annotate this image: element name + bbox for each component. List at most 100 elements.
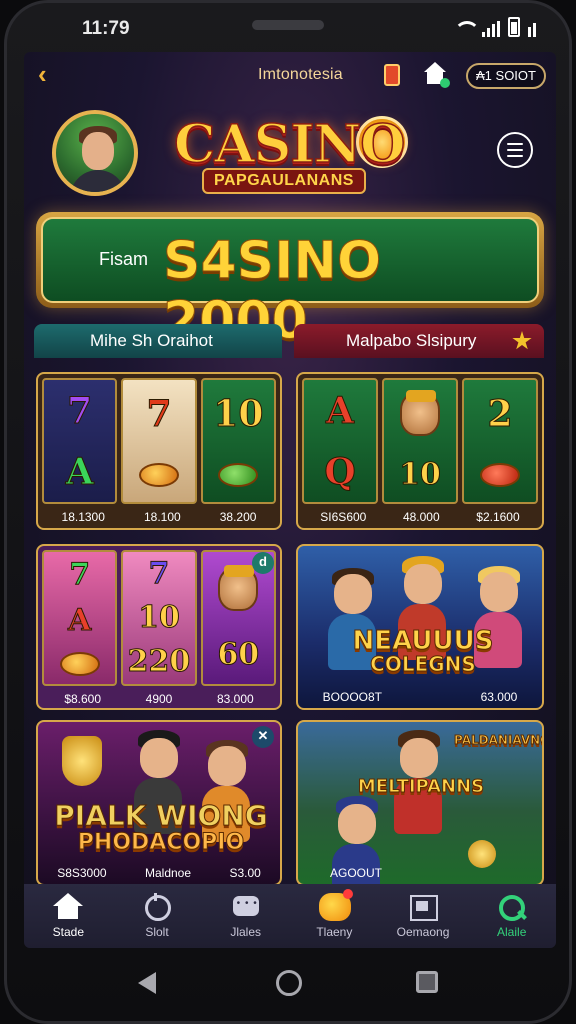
- section-tab-right-label: Malpabo Slsipury: [346, 331, 477, 350]
- nav-item-games[interactable]: Oemaong: [379, 884, 468, 948]
- jackpot-value: 4900: [145, 692, 173, 706]
- game-card[interactable]: A Q 10 2 SI6S600 48.000 $2.1600: [296, 372, 544, 530]
- reel-symbol: A: [326, 389, 355, 432]
- back-button[interactable]: ‹: [38, 61, 47, 87]
- game-footer: S8S3000 Maldnoe S3.00: [38, 866, 280, 880]
- nav-item-home[interactable]: Stade: [24, 884, 113, 948]
- signal-secondary-icon: [528, 21, 536, 37]
- signal-icon: [482, 21, 500, 37]
- jackpot-values: SI6S600 48.000 $2.1600: [302, 504, 538, 524]
- games-icon: [408, 893, 439, 921]
- slot-reels: 7 A 7 10 220 60: [42, 550, 276, 686]
- game-footer: AGOOUT: [298, 866, 542, 880]
- reel-symbol: A: [65, 450, 94, 493]
- game-subtitle: COLEGNS: [370, 652, 477, 676]
- reel-symbol: 2: [487, 392, 513, 435]
- nav-label: Jlales: [230, 925, 262, 939]
- jackpot-value: 83.000: [216, 692, 254, 706]
- system-nav-bar: [0, 952, 576, 1012]
- game-card[interactable]: 7 A 7 10 18.1300 18.100 38.200: [36, 372, 282, 530]
- game-card[interactable]: PIALK WIONG PHODACOPIO S8S3000 Maldnoe S…: [36, 720, 282, 886]
- status-time: 11:79: [82, 18, 130, 39]
- jackpot-value: SI6S600: [320, 510, 367, 524]
- star-icon: [512, 331, 532, 350]
- fruit-icon: [59, 652, 100, 676]
- nav-label: Alaile: [497, 925, 527, 939]
- nav-item-menu[interactable]: Tlaeny: [290, 884, 379, 948]
- game-footer-value: 63.000: [480, 690, 518, 704]
- logo-subtitle: PAPGAULANANS: [202, 168, 366, 194]
- home-icon: [53, 893, 84, 921]
- fruit-icon: [218, 462, 259, 487]
- section-tab-right[interactable]: Malpabo Slsipury: [294, 324, 544, 358]
- banner-label: Fisam: [99, 249, 148, 269]
- status-bar: 11:79: [0, 0, 576, 52]
- game-footer-value: Maldnoe: [145, 866, 192, 880]
- game-subtitle: PHODACOPIO: [77, 830, 245, 855]
- jackpot-values: $8.600 4900 83.000: [42, 686, 276, 706]
- tables-icon: [231, 893, 261, 921]
- nav-label: Tlaeny: [316, 925, 353, 939]
- fruit-icon: [480, 462, 520, 487]
- bottom-nav: Stade Slolt Jlales Tlaeny Oemaong Alaile: [24, 884, 556, 948]
- logo-title: CASINO: [173, 113, 406, 176]
- shop-icon[interactable]: [422, 62, 450, 88]
- jackpot-value: $2.1600: [476, 510, 520, 524]
- app-screen: ‹ Imtonotesia ₳1 SOIOT CASINO PAPGAULANA…: [24, 52, 556, 948]
- search-icon: [497, 893, 527, 921]
- nav-label: Slolt: [145, 925, 169, 939]
- game-footer: BOOOO8T 63.000: [298, 690, 542, 704]
- nav-item-search[interactable]: Alaile: [467, 884, 556, 948]
- game-card[interactable]: 7 A 7 10 220 60 $8.600 4900 83.000 d: [36, 544, 282, 710]
- reel-symbol: 7: [148, 556, 170, 591]
- nav-item-slot[interactable]: Slolt: [113, 884, 202, 948]
- game-subtitle: PALDANIAVNG: [454, 733, 544, 747]
- system-home-icon[interactable]: [276, 970, 302, 996]
- jackpot-banner[interactable]: Fisam S4SINO 2000: [36, 212, 544, 352]
- game-footer-value: S3.00: [229, 866, 261, 880]
- character-face-icon: [218, 564, 259, 611]
- balance-badge[interactable]: ₳1 SOIOT: [466, 63, 546, 89]
- close-icon[interactable]: ✕: [252, 726, 274, 748]
- game-card[interactable]: MELTIPANNS PALDANIAVNG AGOOUT: [296, 720, 544, 886]
- speaker-grille: [252, 20, 324, 30]
- game-footer-value: AGOOUT: [329, 866, 382, 880]
- section-tab-left[interactable]: Mihe Sh Oraihot: [34, 324, 282, 358]
- fruit-icon: [138, 462, 179, 487]
- system-back-icon[interactable]: [138, 972, 156, 994]
- battery-icon: [508, 17, 520, 37]
- ball-icon: [468, 840, 496, 868]
- jackpot-value: 18.100: [143, 510, 181, 524]
- system-recents-icon[interactable]: [416, 971, 438, 993]
- nav-label: Stade: [52, 925, 85, 939]
- reel-symbol: 220: [127, 644, 191, 679]
- reel-symbol: 10: [399, 457, 442, 492]
- reel-symbol: 10: [213, 392, 264, 435]
- avatar[interactable]: [52, 110, 138, 196]
- game-card[interactable]: NEAUUUS COLEGNS BOOOO8T 63.000: [296, 544, 544, 710]
- menu-icon: [319, 889, 354, 921]
- slot-icon: [142, 893, 172, 921]
- wifi-icon: [454, 21, 480, 37]
- trophy-icon: [62, 736, 102, 786]
- jackpot-value: 38.200: [219, 510, 257, 524]
- game-footer-value: S8S3000: [57, 866, 107, 880]
- game-title: PIALK WIONG: [54, 799, 268, 832]
- character-face-icon: [400, 390, 440, 436]
- game-badge: d: [252, 552, 274, 574]
- status-icons: [454, 17, 536, 37]
- menu-button[interactable]: [497, 132, 533, 168]
- reel-symbol: 7: [146, 392, 172, 435]
- jackpot-value: 18.1300: [61, 510, 105, 524]
- slot-reels: 7 A 7 10: [42, 378, 276, 504]
- slot-reels: A Q 10 2: [302, 378, 538, 504]
- game-footer-value: BOOOO8T: [322, 690, 382, 704]
- reel-symbol: Q: [324, 450, 356, 493]
- nav-item-tables[interactable]: Jlales: [201, 884, 290, 948]
- casino-logo: CASINO PAPGAULANANS: [173, 113, 414, 204]
- reel-symbol: 7: [67, 389, 93, 432]
- jackpot-values: 18.1300 18.100 38.200: [42, 504, 276, 524]
- game-title: MELTIPANNS: [357, 776, 485, 797]
- ticket-icon[interactable]: [384, 64, 400, 86]
- reel-symbol: 7: [69, 557, 91, 592]
